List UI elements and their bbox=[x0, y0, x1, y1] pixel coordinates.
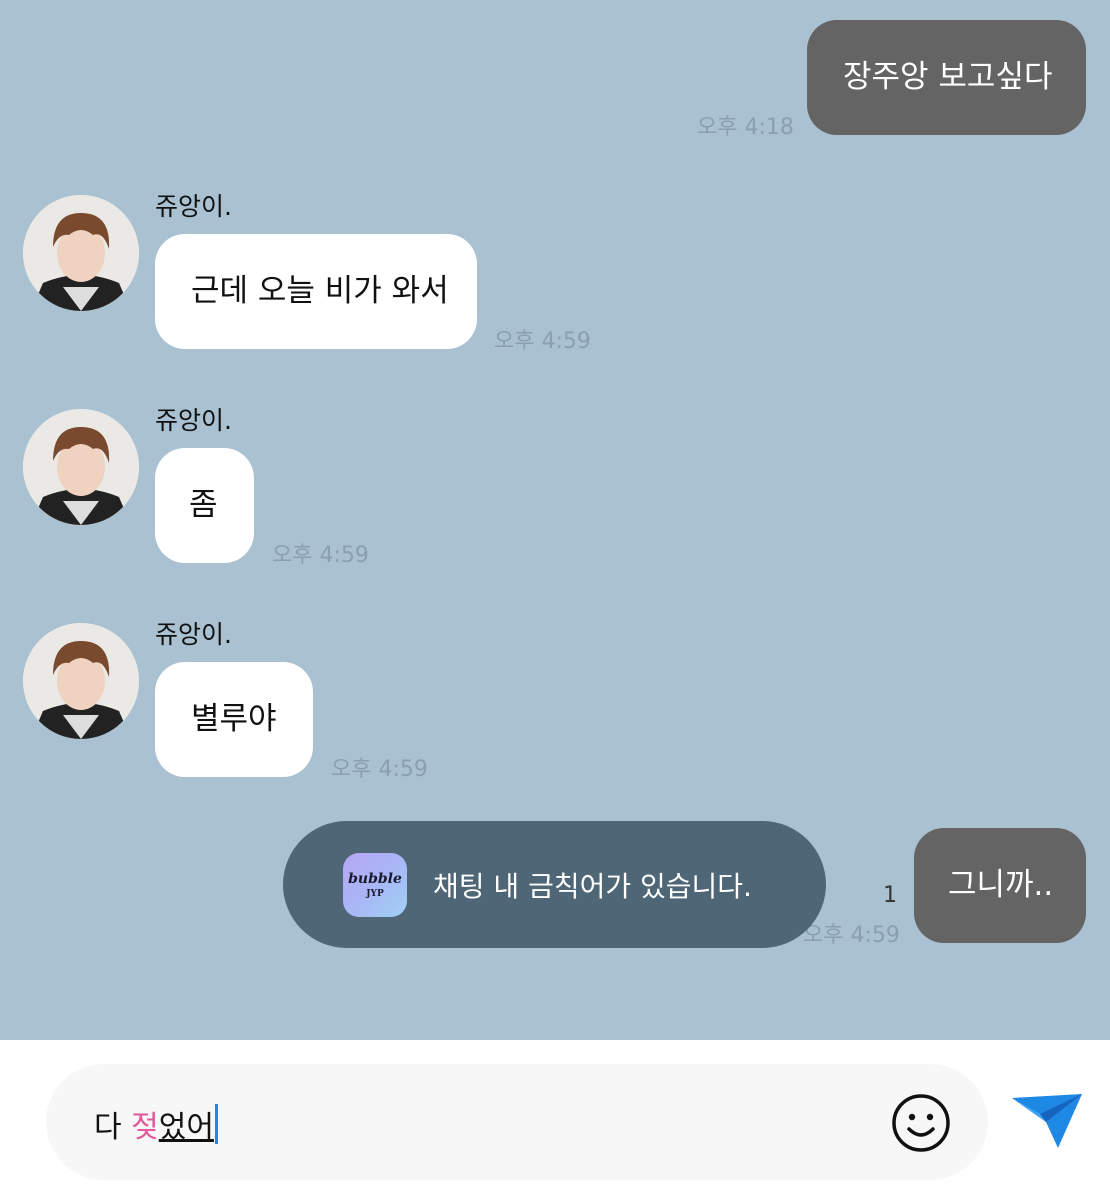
logo-subtext: JYP bbox=[366, 888, 384, 899]
message-text: 좀 bbox=[189, 487, 218, 523]
input-prefix: 다 bbox=[94, 1110, 132, 1145]
message-time: 오후 4:59 bbox=[803, 923, 900, 948]
their-message-bubble[interactable]: 근데 오늘 비가 와서 bbox=[155, 234, 477, 349]
message-text: 별루야 bbox=[191, 701, 277, 737]
message-input[interactable]: 다 젖 었어 bbox=[46, 1064, 988, 1180]
text-caret bbox=[214, 1104, 218, 1144]
bubble-app-icon: bubble JYP bbox=[343, 852, 407, 917]
smiley-face-icon[interactable] bbox=[890, 1092, 952, 1154]
avatar[interactable] bbox=[23, 195, 139, 311]
message-time: 오후 4:59 bbox=[331, 757, 428, 782]
my-message-bubble[interactable]: 장주앙 보고싶다 bbox=[807, 20, 1086, 135]
unread-count: 1 bbox=[883, 883, 897, 908]
message-text: 근데 오늘 비가 와서 bbox=[191, 273, 449, 309]
input-value[interactable]: 다 젖 었어 bbox=[94, 1102, 218, 1146]
message-time: 오후 4:59 bbox=[494, 329, 591, 354]
message-text: 그니까.. bbox=[948, 867, 1054, 903]
sender-name: 쥬앙이. bbox=[155, 406, 232, 435]
sender-name: 쥬앙이. bbox=[155, 192, 232, 221]
flagged-word: 젖 bbox=[131, 1110, 159, 1145]
avatar[interactable] bbox=[23, 623, 139, 739]
banned-word-toast: bubble JYP 채팅 내 금칙어가 있습니다. bbox=[283, 821, 826, 948]
message-text: 장주앙 보고싶다 bbox=[843, 59, 1053, 95]
sender-name: 쥬앙이. bbox=[155, 620, 232, 649]
their-message-bubble[interactable]: 좀 bbox=[155, 448, 254, 563]
avatar[interactable] bbox=[23, 409, 139, 525]
message-time: 오후 4:18 bbox=[697, 115, 794, 140]
composing-text: 었어 bbox=[158, 1110, 214, 1145]
their-message-bubble[interactable]: 별루야 bbox=[155, 662, 313, 777]
paper-plane-icon[interactable] bbox=[1010, 1090, 1084, 1150]
message-time: 오후 4:59 bbox=[272, 543, 369, 568]
logo-text: bubble bbox=[348, 870, 402, 887]
my-message-bubble[interactable]: 그니까.. bbox=[914, 828, 1086, 943]
toast-message: 채팅 내 금칙어가 있습니다. bbox=[433, 869, 752, 903]
chat-area: 장주앙 보고싶다 오후 4:18 쥬앙이. 근데 오늘 비가 와서 오후 4:5… bbox=[0, 0, 1110, 1040]
